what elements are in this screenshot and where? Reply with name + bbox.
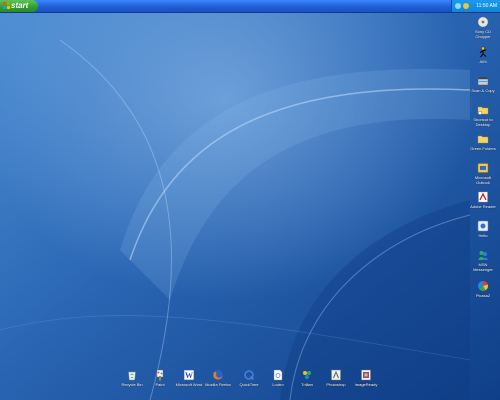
desktop-icon-recycle-bin[interactable]: Recycle Bin xyxy=(118,369,146,387)
desktop-icon-hello[interactable]: Hello xyxy=(469,220,497,238)
desktop-icon-trillian[interactable]: Trillian xyxy=(293,369,321,387)
desktop-icon-label: QuickTime xyxy=(239,382,259,387)
desktop-icon-label: Loutro xyxy=(272,382,284,387)
desktop-icon-label: Mozilla Firefox xyxy=(205,382,231,387)
desktop-icon-shortcut-to-desktop[interactable]: Shortcut to Desktop xyxy=(469,104,497,127)
desktop-icon-quicktime[interactable]: QuickTime xyxy=(235,369,263,387)
desktop-icon-label: Shortcut to Desktop xyxy=(473,117,493,127)
desktop-icon-adobe-reader[interactable]: Adobe Reader xyxy=(469,191,497,209)
svg-text:W: W xyxy=(185,371,193,380)
taskbar: start 11:50 AM xyxy=(0,0,500,13)
document-icon xyxy=(273,369,283,381)
desktop-icon-label: AIM xyxy=(479,59,487,64)
adobe-reader-icon xyxy=(478,191,488,203)
recycle-bin-icon xyxy=(128,371,136,381)
aim-running-man-icon xyxy=(479,46,487,58)
outlook-icon xyxy=(477,163,489,173)
desktop-icon-label: Trillian xyxy=(301,382,313,387)
start-label: start xyxy=(11,1,29,10)
windows-logo-icon xyxy=(3,2,10,9)
desktop-icon-label: Picasa2 xyxy=(475,293,491,298)
desktop-icon-label: Paint xyxy=(155,382,165,387)
desktop-icon-microsoft-word[interactable]: W Microsoft Word xyxy=(175,369,203,387)
desktop-icon-green-folders[interactable]: Green Folders xyxy=(469,133,497,151)
quicktime-icon xyxy=(244,370,255,381)
desktop-icon-label: Recycle Bin xyxy=(121,382,143,387)
desktop-icon-aim[interactable]: AIM xyxy=(469,46,497,64)
system-tray: 11:50 AM xyxy=(451,0,500,12)
picasa-icon xyxy=(478,280,489,291)
imageready-icon xyxy=(361,369,371,381)
desktop-icon-msn-messenger[interactable]: MSN Messenger xyxy=(469,249,497,272)
clock[interactable]: 11:50 AM xyxy=(476,0,497,12)
firefox-icon xyxy=(213,370,223,380)
desktop-wallpaper xyxy=(0,0,500,400)
photoshop-icon xyxy=(331,369,341,381)
desktop-icon-mozilla-firefox[interactable]: Mozilla Firefox xyxy=(204,369,232,387)
cd-chopper-icon xyxy=(477,16,489,28)
desktop-icon-sony-cd-chopper[interactable]: Sony CD Chopper xyxy=(469,16,497,39)
security-icon[interactable] xyxy=(463,3,469,9)
desktop-icon-paint[interactable]: Paint xyxy=(146,369,174,387)
hello-icon xyxy=(477,220,489,232)
msn-messenger-icon xyxy=(478,251,488,260)
desktop-icon-label: Microsoft Word xyxy=(175,382,203,387)
desktop-icon-label: MSN Messenger xyxy=(473,262,493,272)
desktop-icon-label: Hello xyxy=(478,233,488,238)
start-button[interactable]: start xyxy=(0,0,38,12)
desktop-icon-label: Scan & Copy xyxy=(471,88,495,93)
desktop-icon-label: Green Folders xyxy=(470,146,496,151)
desktop-icon-microsoft-outlook[interactable]: Microsoft Outlook xyxy=(469,162,497,185)
desktop-icon-label: Photoshop xyxy=(326,382,346,387)
desktop-icon-label: Microsoft Outlook xyxy=(474,175,492,185)
network-icon[interactable] xyxy=(455,3,461,9)
desktop-icon-scan-and-copy[interactable]: Scan & Copy xyxy=(469,75,497,93)
desktop-icon-label: ImageReady xyxy=(354,382,378,387)
desktop-icon-picasa2[interactable]: Picasa2 xyxy=(469,280,497,298)
paint-icon xyxy=(156,369,164,381)
desktop-icon-imageready[interactable]: ImageReady xyxy=(352,369,380,387)
desktop-icon-photoshop[interactable]: Photoshop xyxy=(322,369,350,387)
desktop-icon-label: Adobe Reader xyxy=(470,204,496,209)
folder-shortcut-icon xyxy=(477,106,489,115)
desktop-icon-label: Sony CD Chopper xyxy=(474,29,491,39)
desktop-icon-loutro[interactable]: Loutro xyxy=(264,369,292,387)
folder-icon xyxy=(477,135,489,144)
scanner-icon xyxy=(477,77,489,86)
trillian-icon xyxy=(303,371,311,380)
word-icon: W xyxy=(183,369,195,381)
